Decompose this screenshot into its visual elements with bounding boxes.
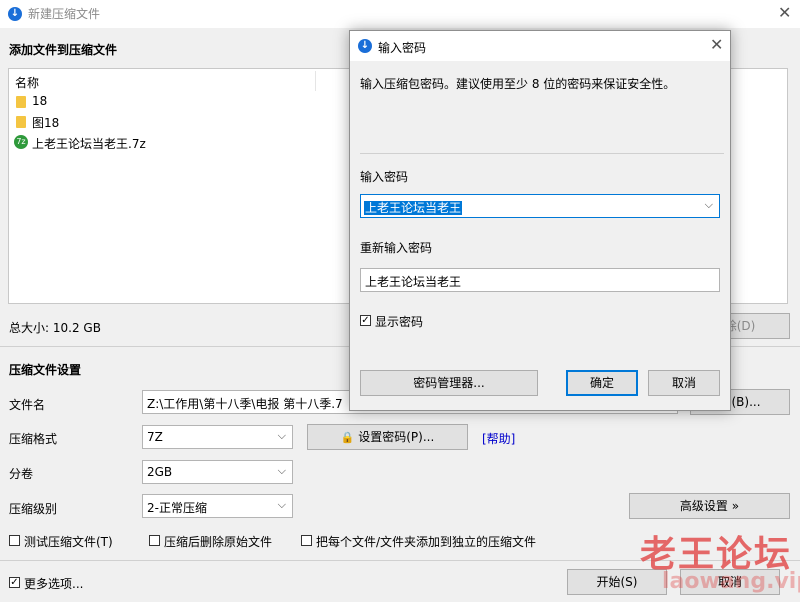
add-files-title: 添加文件到压缩文件 (9, 43, 118, 57)
show-password-checkbox[interactable]: ✓ (360, 315, 371, 326)
show-password-label[interactable]: 显示密码 (375, 313, 423, 330)
level-value: 2-正常压缩 (147, 501, 207, 515)
app-logo-icon: ↓ (358, 39, 372, 53)
dialog-close-button[interactable]: ✕ (710, 37, 723, 53)
chevron-down-icon: ⌵ (277, 464, 286, 477)
reenter-value: 上老王论坛当老王 (365, 275, 462, 289)
password-label: 输入密码 (360, 170, 409, 184)
level-label: 压缩级别 (9, 502, 58, 516)
advanced-settings-button[interactable]: 高级设置 » (629, 493, 790, 519)
separate-archives-checkbox[interactable] (301, 535, 312, 546)
folder-icon (16, 116, 26, 128)
volume-label: 分卷 (9, 467, 34, 481)
dialog-description: 输入压缩包密码。建议使用至少 8 位的密码来保证安全性。 (360, 77, 676, 91)
column-divider (315, 71, 316, 91)
set-password-button[interactable]: 🔒 设置密码(P)... (307, 424, 468, 450)
selected-text: 上老王论坛当老王 (364, 201, 463, 215)
dialog-title: 输入密码 (378, 41, 427, 55)
total-size: 总大小: 10.2 GB (9, 321, 101, 335)
format-select[interactable]: 7Z ⌵ (142, 425, 293, 449)
volume-value: 2GB (147, 465, 173, 479)
level-select[interactable]: 2-正常压缩 ⌵ (142, 494, 293, 518)
chevron-down-icon: ⌵ (277, 498, 286, 511)
password-dialog: ↓ 输入密码 ✕ 输入压缩包密码。建议使用至少 8 位的密码来保证安全性。 输入… (349, 30, 731, 411)
help-link[interactable]: [帮助] (482, 430, 515, 447)
list-item[interactable]: 图18 (32, 114, 59, 131)
delete-source-label[interactable]: 压缩后删除原始文件 (164, 533, 272, 550)
folder-icon (16, 96, 26, 108)
window-title: 新建压缩文件 (28, 7, 101, 21)
chevron-down-icon[interactable]: ⌵ (705, 198, 713, 212)
archive-icon: 7z (14, 135, 28, 149)
window-close-button[interactable]: ✕ (778, 5, 791, 21)
filename-value: Z:\工作用\第十八季\电报 第十八季.7 (147, 397, 343, 411)
column-header-name[interactable]: 名称 (15, 74, 39, 91)
divider (360, 153, 724, 154)
test-archive-label[interactable]: 测试压缩文件(T) (24, 533, 113, 550)
settings-title: 压缩文件设置 (9, 363, 82, 377)
dialog-cancel-button[interactable]: 取消 (648, 370, 720, 396)
reenter-password-input[interactable]: 上老王论坛当老王 (360, 268, 720, 292)
more-options-checkbox[interactable]: ✓ (9, 577, 20, 588)
reenter-label: 重新输入密码 (360, 241, 433, 255)
window-titlebar (0, 0, 800, 28)
password-value: 上老王论坛当老王 (364, 199, 463, 216)
lock-icon: 🔒 (340, 431, 355, 444)
separate-archives-label[interactable]: 把每个文件/文件夹添加到独立的压缩文件 (316, 533, 536, 550)
watermark-url: laowang.vip (662, 569, 800, 594)
delete-source-checkbox[interactable] (149, 535, 160, 546)
password-input[interactable]: 上老王论坛当老王 ⌵ (360, 194, 720, 218)
format-label: 压缩格式 (9, 432, 58, 446)
chevron-down-icon: ⌵ (277, 429, 286, 442)
password-manager-button[interactable]: 密码管理器... (360, 370, 538, 396)
more-options-label[interactable]: 更多选项... (24, 575, 83, 592)
test-archive-checkbox[interactable] (9, 535, 20, 546)
ok-button[interactable]: 确定 (566, 370, 638, 396)
list-item[interactable]: 上老王论坛当老王.7z (32, 135, 146, 152)
set-password-label: 设置密码(P)... (358, 430, 435, 444)
app-logo-icon: ↓ (8, 7, 22, 21)
volume-select[interactable]: 2GB ⌵ (142, 460, 293, 484)
format-value: 7Z (147, 430, 163, 444)
list-item[interactable]: 18 (32, 94, 47, 108)
filename-label: 文件名 (9, 398, 46, 412)
